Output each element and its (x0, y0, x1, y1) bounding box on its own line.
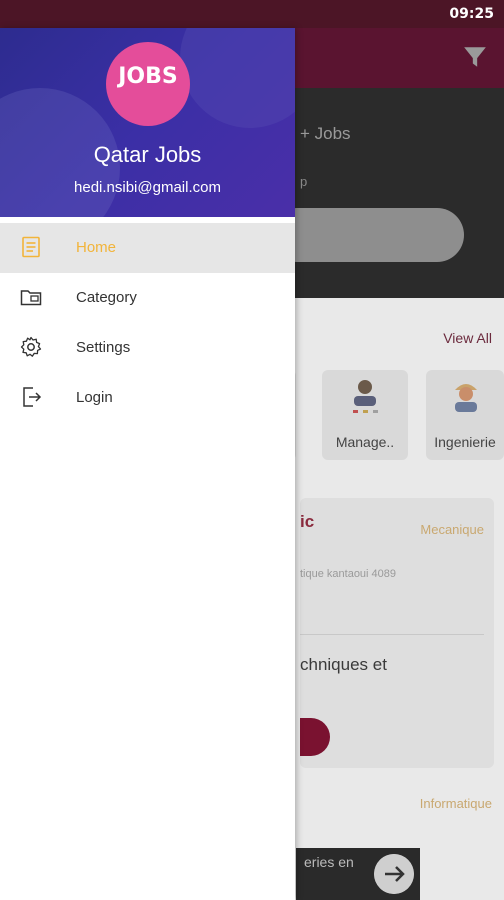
apply-button[interactable] (300, 718, 330, 756)
menu-item-category[interactable]: Category (0, 273, 295, 323)
category-label: Manage.. (335, 434, 395, 450)
drawer-header: JOBS Qatar Jobs hedi.nsibi@gmail.com (0, 28, 295, 217)
login-icon (23, 387, 42, 407)
category-card[interactable]: Manage.. (322, 370, 408, 460)
app-logo: JOBS (106, 42, 190, 126)
gear-icon (20, 336, 42, 357)
app-name: Qatar Jobs (93, 142, 202, 167)
divider (300, 634, 484, 635)
arrow-right-icon[interactable] (374, 854, 414, 894)
category-card[interactable]: Ingenierie (426, 370, 504, 460)
menu-label: Category (76, 289, 137, 306)
view-all-link[interactable]: View All (443, 330, 492, 346)
job-description: chniques et (300, 655, 387, 674)
hero-subtitle: p (300, 174, 308, 189)
job-category-tag: Mecanique (420, 522, 484, 537)
menu-label: Settings (76, 339, 131, 356)
menu-label: Home (76, 239, 117, 256)
user-email: hedi.nsibi@gmail.com (74, 179, 221, 196)
drawer-menu: Home Category Settings Login (0, 223, 295, 423)
menu-label: Login (76, 389, 113, 406)
menu-item-home[interactable]: Home (0, 223, 295, 273)
status-time: 09:25 (449, 6, 494, 22)
filter-icon[interactable] (462, 44, 488, 70)
menu-item-settings[interactable]: Settings (0, 323, 295, 373)
folder-icon (20, 290, 42, 306)
job-card[interactable]: ic Mecanique tique kantaoui 4089 chnique… (300, 498, 494, 768)
navigation-drawer: JOBS Qatar Jobs hedi.nsibi@gmail.com Hom… (0, 28, 295, 900)
header-decoration (180, 28, 295, 128)
menu-item-login[interactable]: Login (0, 373, 295, 423)
job-category-tag: Informatique (419, 796, 492, 811)
category-label: Ingenierie (434, 434, 496, 450)
search-input[interactable] (270, 208, 464, 262)
ad-text: eries en (304, 854, 354, 870)
logo-text: JOBS (118, 64, 178, 89)
ad-banner[interactable]: eries en (296, 848, 420, 900)
status-bar: 09:25 (0, 0, 504, 28)
job-title: ic (300, 512, 315, 531)
hero-title: + Jobs (300, 124, 351, 143)
engineer-icon (455, 384, 477, 412)
document-icon (22, 236, 40, 258)
manager-icon (353, 380, 378, 413)
job-address: tique kantaoui 4089 (300, 568, 397, 580)
